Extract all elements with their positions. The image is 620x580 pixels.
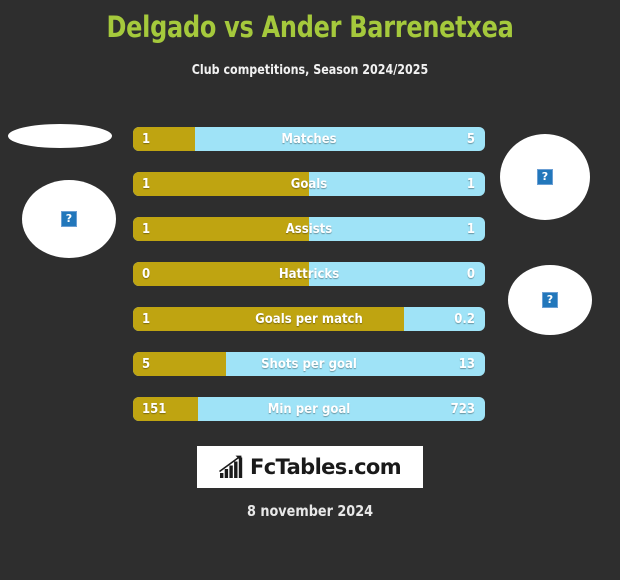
stat-value-right: 13	[458, 357, 475, 372]
fctables-logo-text: FcTables.com	[249, 455, 402, 479]
stat-label: Goals per match	[255, 312, 363, 327]
stat-label: Min per goal	[267, 402, 351, 417]
stat-label: Matches	[281, 132, 337, 147]
stat-value-right: 1	[466, 177, 475, 192]
stat-value-right: 5	[466, 132, 475, 147]
broken-image-icon: ?	[61, 211, 77, 227]
stat-bar-row: 5 Shots per goal 13	[133, 352, 485, 376]
report-date: 8 november 2024	[246, 502, 374, 520]
broken-image-icon: ?	[542, 292, 558, 308]
page-title: Delgado vs Ander Barrenetxea	[106, 10, 514, 44]
player-right-bottom-image-placeholder: ?	[508, 265, 592, 335]
fctables-logo[interactable]: FcTables.com	[197, 446, 423, 488]
stat-comparison-page: Delgado vs Ander Barrenetxea Club compet…	[0, 0, 620, 580]
stat-value-right: 723	[450, 402, 475, 417]
stat-bar-row: 1 Goals per match 0.2	[133, 307, 485, 331]
player-left-bottom-image-placeholder: ?	[22, 180, 116, 258]
broken-image-icon: ?	[537, 169, 553, 185]
page-subtitle: Club competitions, Season 2024/2025	[191, 63, 429, 78]
bar-chart-growth-icon	[218, 455, 243, 478]
stat-label: Goals	[290, 177, 328, 192]
stat-value-right: 1	[466, 222, 475, 237]
stat-bar-row: 151 Min per goal 723	[133, 397, 485, 421]
stat-value-right: 0	[466, 267, 475, 282]
stat-bar-row: 1 Assists 1	[133, 217, 485, 241]
player-right-top-image-placeholder: ?	[500, 134, 590, 220]
stat-bar-row: 1 Matches 5	[133, 127, 485, 151]
player-left-top-image-placeholder: ?	[8, 124, 112, 148]
stat-label: Shots per goal	[261, 357, 357, 372]
stat-value-right: 0.2	[454, 312, 475, 327]
stat-label: Assists	[285, 222, 333, 237]
stat-bar-list: 1 Matches 5 1 Goals 1 1 Assists 1 0 Hattricks 0 1 Goa…	[133, 127, 485, 442]
stat-bar-row: 0 Hattricks 0	[133, 262, 485, 286]
stat-bar-row: 1 Goals 1	[133, 172, 485, 196]
stat-label: Hattricks	[278, 267, 340, 282]
